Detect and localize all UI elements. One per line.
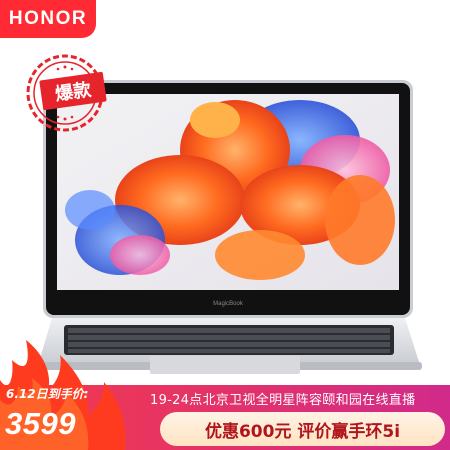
brand-logo: HONOR [0,0,96,38]
bezel-brand-text: MagicBook [213,301,244,307]
brand-logo-text: HONOR [8,8,88,29]
discount-pill-text: 优惠600元 评价赢手环5i [204,421,401,442]
price-caption: 6.12日到手价: [6,387,89,401]
price-value: 3599 [5,406,76,441]
livestream-promo-text: 19-24点北京卫视全明星阵容颐和园在线直播 [150,393,416,408]
discount-pill: 优惠600元 评价赢手环5i [160,412,445,446]
